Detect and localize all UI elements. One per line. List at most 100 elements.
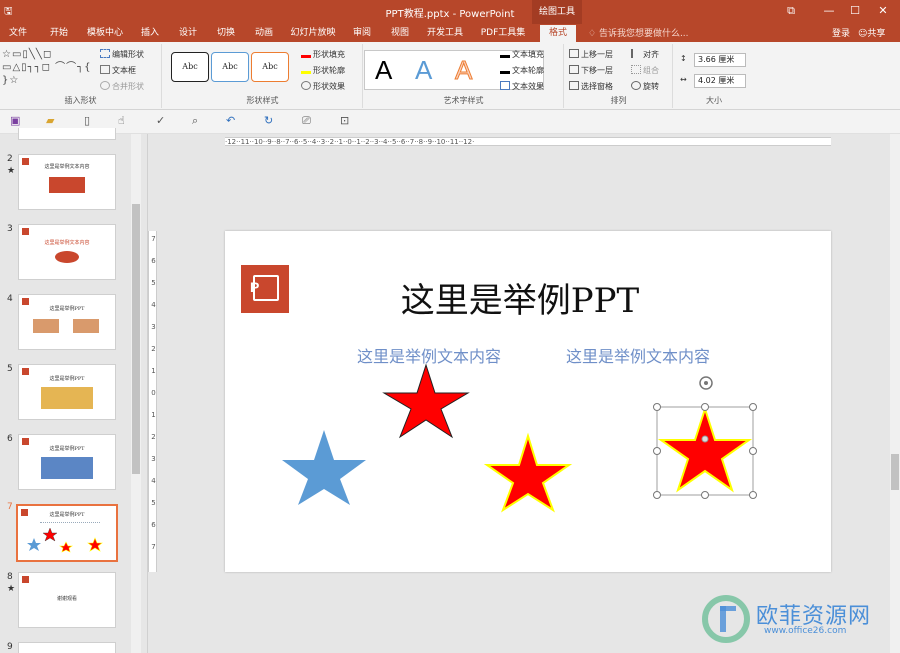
shape-style-2[interactable]: Abc [211,52,249,82]
resize-handle[interactable] [749,403,757,411]
maximize-button[interactable]: ☐ [844,2,866,20]
redo-icon[interactable]: ↻ [264,114,273,127]
resize-handle[interactable] [653,403,661,411]
scrollbar-thumb[interactable] [132,204,140,474]
selection-pane-button[interactable]: 选择窗格 [569,81,613,92]
slide-thumbnail-7[interactable]: 这里是举例PPT [16,504,118,562]
tab-slideshow[interactable]: 幻灯片放映 [288,25,338,42]
red-star-shape[interactable] [382,363,470,439]
effects-icon [301,81,311,90]
slide-thumbnail-2[interactable]: 这里是举例文本内容 [18,154,116,210]
user-icon: ☺ [858,29,868,39]
slide-thumbnail-3[interactable]: 这里是举例文本内容 [18,224,116,280]
slide-canvas[interactable]: P 这里是举例PPT 这里是举例文本内容 这里是举例文本内容 [225,231,831,572]
bring-forward-button[interactable]: 上移一层 [569,49,613,60]
ruler-label: 7 [151,235,156,243]
present-icon[interactable]: ⊡ [340,114,349,127]
slide-thumbnail-4[interactable]: 这里是举例PPT [18,294,116,350]
save-icon[interactable]: ▣ [10,114,20,127]
tab-format[interactable]: 格式 [540,25,576,42]
ribbon-display-icon[interactable]: ⧉ [780,2,802,20]
tab-design[interactable]: 设计 [174,25,202,42]
center-handle[interactable] [701,435,709,443]
site-watermark: 欧菲资源网 www.office26.com [702,594,892,644]
tab-insert[interactable]: 插入 [136,25,164,42]
slide-thumbnail-5[interactable]: 这里是举例PPT [18,364,116,420]
rotate-handle-icon[interactable] [699,376,713,390]
shapes-gallery[interactable]: ☆▭▯╲╲◻ ▭△▯┐┐◻ ⌒⌒┐{ }☆ [2,48,94,87]
tab-home[interactable]: 开始 [44,25,74,42]
text-box-button[interactable]: 文本框 [100,65,136,76]
tab-animations[interactable]: 动画 [250,25,278,42]
blue-star-shape[interactable] [282,430,366,505]
print-preview-icon[interactable]: ⌕ [192,114,198,128]
resize-handle[interactable] [701,403,709,411]
tell-me-search[interactable]: ♢ 告诉我您想要做什么... [588,26,689,39]
context-tab-label: 绘图工具 [532,0,582,24]
tab-file[interactable]: 文件 [4,25,32,42]
slide-thumbnail-6[interactable]: 这里是举例PPT [18,434,116,490]
textbox-icon [100,65,110,74]
ruler-label: 5 [151,279,156,287]
rotate-button[interactable]: 旋转 [631,81,659,92]
thumb-image [41,387,93,409]
minimize-button[interactable]: — [818,2,840,20]
send-backward-button[interactable]: 下移一层 [569,65,613,76]
scrollbar-thumb[interactable] [891,454,899,490]
thumb-image [49,177,85,193]
text-outline-button[interactable]: 文本轮廓 [500,65,544,76]
tab-developer[interactable]: 开发工具 [424,25,466,42]
slideshow-icon[interactable]: ⎚ [302,114,311,128]
new-file-icon[interactable]: ▯ [84,114,90,127]
tab-transitions[interactable]: 切换 [212,25,240,42]
thumb-title: 谢谢观看 [56,596,77,602]
resize-handle[interactable] [653,491,661,499]
spelling-icon[interactable]: ✓ [156,114,165,127]
wordart-style-1[interactable]: A [375,55,392,86]
resize-handle[interactable] [701,491,709,499]
wordart-style-2[interactable]: A [415,55,432,86]
thumbnail-scrollbar[interactable] [131,134,141,653]
slide-thumbnail-8[interactable]: 谢谢观看 [18,572,116,628]
wordart-style-3[interactable]: A [454,55,472,86]
merge-shapes-button[interactable]: 合并形状 [100,81,144,92]
selected-star-shape[interactable] [657,405,753,493]
group-button[interactable]: 组合 [631,65,659,76]
shape-fill-button[interactable]: 形状填充 [301,49,345,60]
close-button[interactable]: ✕ [872,2,894,20]
edit-shape-button[interactable]: 编辑形状 [100,49,144,60]
slide-number: 7 [7,502,13,512]
login-link[interactable]: 登录 [832,26,850,39]
tab-template-center[interactable]: 模板中心 [84,25,126,42]
shape-style-3[interactable]: Abc [251,52,289,82]
tab-view[interactable]: 视图 [386,25,414,42]
align-button[interactable]: 对齐 [631,49,659,60]
horizontal-ruler: ·12··11··10··9··8··7··6··5··4··3··2··1··… [225,137,831,146]
open-folder-icon[interactable]: ▰ [46,114,54,127]
touch-mode-icon[interactable]: ☝ [118,114,125,127]
shape-outline-button[interactable]: 形状轮廓 [301,65,345,76]
resize-handle[interactable] [749,447,757,455]
share-button[interactable]: ☺共享 [858,26,885,39]
tab-pdf-tools[interactable]: PDF工具集 [478,25,528,42]
shape-style-1[interactable]: Abc [171,52,209,82]
red-star-yellow-shape[interactable] [483,432,573,513]
resize-handle[interactable] [749,491,757,499]
shape-width-field[interactable]: 4.02 厘米 [694,74,746,88]
tab-review[interactable]: 审阅 [348,25,376,42]
shape-effects-button[interactable]: 形状效果 [301,81,345,92]
undo-icon[interactable]: ↶ [226,114,235,127]
height-icon: ↕ [680,54,687,63]
editor-scrollbar[interactable] [890,134,900,653]
resize-handle[interactable] [653,447,661,455]
slide-thumbnail-1[interactable] [18,128,116,140]
thumb-title: 这里是举例PPT [49,306,85,312]
text-effects-icon [500,81,510,90]
text-fill-button[interactable]: 文本填充 [500,49,544,60]
slide-thumbnail-9[interactable] [18,642,116,653]
ruler-label: 6 [151,257,156,265]
transition-star-icon: ★ [7,166,16,176]
shape-height-field[interactable]: 3.66 厘米 [694,53,746,67]
text-effects-button[interactable]: 文本效果 [500,81,544,92]
group-wordart-styles: A A A 文本填充 文本轮廓 文本效果 艺术字样式 [364,44,564,108]
